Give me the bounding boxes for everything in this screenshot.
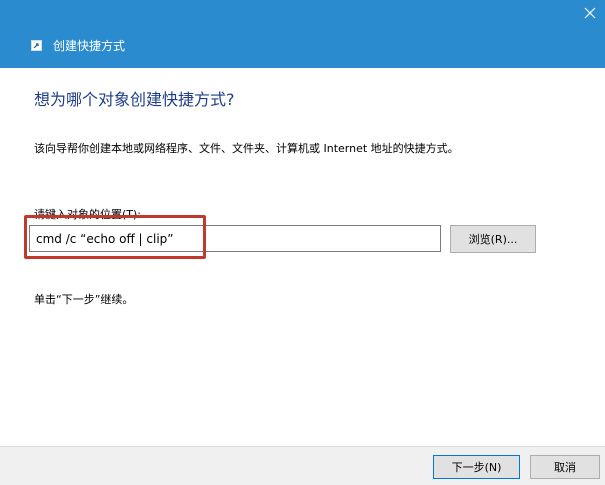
title-bar: 创建快捷方式 (0, 0, 605, 68)
wizard-description: 该向导帮你创建本地或网络程序、文件、文件夹、计算机或 Internet 地址的快… (34, 142, 459, 155)
shortcut-icon (31, 40, 42, 51)
location-label: 请键入对象的位置(T): (34, 208, 142, 221)
page-heading: 想为哪个对象创建快捷方式? (34, 90, 235, 109)
close-icon[interactable] (583, 6, 597, 20)
location-input[interactable] (29, 225, 441, 252)
cancel-button[interactable]: 取消 (530, 455, 600, 479)
next-button[interactable]: 下一步(N) (433, 455, 520, 479)
window-title: 创建快捷方式 (53, 39, 126, 53)
browse-button[interactable]: 浏览(R)... (450, 225, 536, 253)
next-button-label: 下一步(N) (451, 461, 502, 474)
continue-hint: 单击“下一步”继续。 (34, 293, 134, 306)
